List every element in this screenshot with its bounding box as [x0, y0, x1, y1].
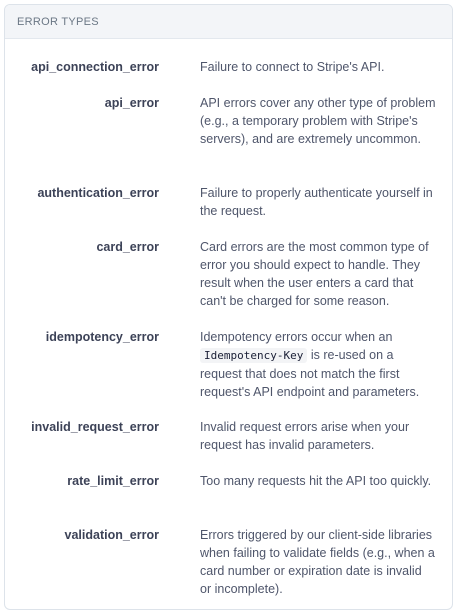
- description-text: Idempotency errors occur when an: [200, 330, 393, 344]
- error-type-name: invalid_request_error: [31, 420, 159, 434]
- error-type-description: Card errors are the most common type of …: [200, 240, 429, 308]
- idempotency-key-code: Idempotency-Key: [200, 348, 308, 363]
- error-type-description: Errors triggered by our client-side libr…: [200, 528, 435, 596]
- card-header: ERROR TYPES: [5, 5, 452, 39]
- error-type-description: API errors cover any other type of probl…: [200, 96, 436, 146]
- error-type-name: card_error: [96, 240, 159, 254]
- error-type-name: idempotency_error: [45, 330, 159, 344]
- error-type-name: authentication_error: [37, 186, 159, 200]
- error-type-description: Invalid request errors arise when your r…: [200, 420, 410, 452]
- card-header-title: ERROR TYPES: [17, 16, 99, 28]
- error-type-description: Idempotency errors occur when an Idempot…: [200, 328, 436, 401]
- error-type-description: Too many requests hit the API too quickl…: [200, 474, 432, 488]
- error-type-name: rate_limit_error: [67, 474, 159, 488]
- error-type-name: validation_error: [64, 528, 159, 542]
- error-types-card: ERROR TYPES api_connection_error Failure…: [4, 4, 453, 610]
- error-type-name: api_error: [104, 96, 159, 110]
- error-type-name: api_connection_error: [31, 60, 159, 74]
- error-type-description: Failure to properly authenticate yoursel…: [200, 186, 433, 218]
- error-type-description: Failure to connect to Stripe's API.: [200, 60, 385, 74]
